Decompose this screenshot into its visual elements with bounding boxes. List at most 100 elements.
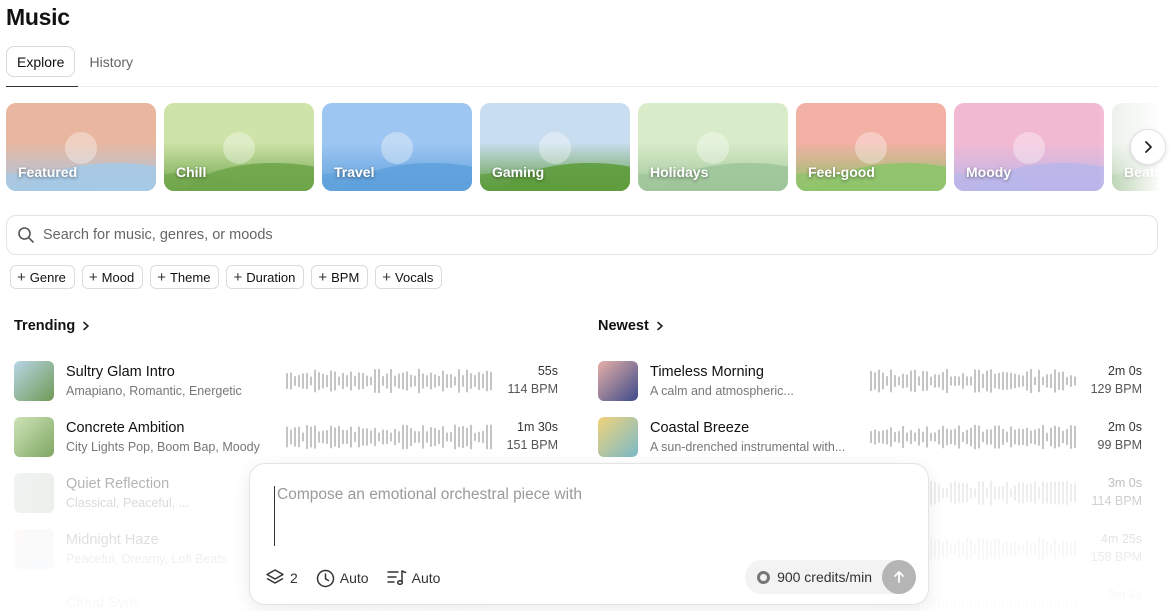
filter-chip-theme[interactable]: + Theme: [150, 265, 220, 289]
filter-label: Genre: [29, 269, 66, 285]
filter-chip-bpm[interactable]: + BPM: [311, 265, 369, 289]
tab-bar: Explore History: [6, 46, 143, 77]
tab-history[interactable]: History: [79, 46, 143, 77]
track-subtitle: City Lights Pop, Boom Bap, Moody: [66, 440, 260, 454]
clock-icon: [316, 569, 335, 587]
track-title: Quiet Reflection: [66, 476, 170, 492]
filter-chip-duration[interactable]: + Duration: [226, 265, 305, 289]
track-duration: 2m 0s: [1107, 420, 1142, 434]
send-button[interactable]: [882, 560, 916, 594]
track-title: Cloud Sync: [66, 595, 141, 611]
track-duration: 2m 0s: [1107, 364, 1142, 378]
waveform[interactable]: [870, 424, 1078, 450]
newest-track-row[interactable]: Coastal Breeze A sun-drenched instrumenta…: [598, 415, 860, 459]
track-bpm: 114 BPM: [507, 382, 559, 396]
track-cover: [598, 361, 638, 401]
category-label: Holidays: [650, 164, 709, 180]
arrow-up-icon: [894, 571, 904, 583]
category-card-gaming[interactable]: Gaming: [480, 103, 630, 191]
carousel-next-button[interactable]: [1130, 129, 1166, 165]
plus-icon: +: [17, 268, 26, 286]
category-card-holidays[interactable]: Holidays: [638, 103, 788, 191]
layers-icon: [266, 569, 284, 584]
track-stats: 4m 25s 158 BPM: [1062, 532, 1142, 564]
lyrics-icon: [386, 570, 406, 586]
category-card-feel-good[interactable]: Feel-good: [796, 103, 946, 191]
track-bpm: 99 BPM: [1097, 438, 1142, 452]
trending-track-row[interactable]: Quiet Reflection Classical, Peaceful, ...: [14, 471, 276, 515]
filter-chips: + Genre + Mood + Theme + Duration + BPM + Vocals: [10, 265, 443, 289]
newest-heading[interactable]: Newest: [598, 318, 665, 334]
track-subtitle: Classical, Peaceful, ...: [66, 496, 189, 510]
chevron-right-icon: [1145, 141, 1152, 153]
category-card-moody[interactable]: Moody: [954, 103, 1104, 191]
search-bar[interactable]: [6, 215, 1158, 255]
track-title: Midnight Haze: [66, 532, 159, 548]
waveform[interactable]: [286, 368, 494, 394]
trending-label: Trending: [14, 318, 76, 334]
lyrics-mode: Auto: [411, 570, 441, 586]
variations-selector[interactable]: 2: [265, 568, 298, 588]
category-card-chill[interactable]: Chill: [164, 103, 314, 191]
track-cover: [14, 361, 54, 401]
track-duration: 4m 25s: [1101, 532, 1142, 546]
category-label: Chill: [176, 164, 207, 180]
track-bpm: 151 BPM: [506, 438, 558, 452]
credits-text: 900 credits/min: [777, 569, 872, 585]
plus-icon: +: [382, 268, 392, 286]
filter-chip-mood[interactable]: + Mood: [81, 265, 144, 289]
filter-label: Theme: [169, 269, 211, 285]
track-stats: 1m 30s 151 BPM: [478, 420, 558, 452]
newest-label: Newest: [598, 318, 649, 334]
tab-divider: [6, 86, 1158, 87]
prompt-input[interactable]: [274, 486, 904, 546]
filter-label: Mood: [101, 269, 135, 285]
credits-icon: [757, 570, 771, 584]
track-cover: [598, 417, 638, 457]
category-card-travel[interactable]: Travel: [322, 103, 472, 191]
track-duration: 55s: [537, 364, 558, 378]
waveform[interactable]: [286, 424, 494, 450]
trending-track-row[interactable]: Cloud Sync: [14, 583, 276, 611]
filter-chip-genre[interactable]: + Genre: [10, 265, 75, 289]
track-subtitle: A calm and atmospheric...: [650, 384, 794, 398]
track-cover: [14, 585, 54, 611]
track-title: Concrete Ambition: [66, 420, 185, 436]
duration-selector[interactable]: Auto: [316, 569, 369, 588]
category-label: Featured: [18, 164, 78, 180]
trending-heading[interactable]: Trending: [14, 318, 91, 334]
track-cover: [14, 529, 54, 569]
track-duration: 1m 30s: [517, 420, 558, 434]
category-label: Beats: [1124, 164, 1158, 180]
track-title: Coastal Breeze: [650, 420, 750, 436]
filter-chip-vocals[interactable]: + Vocals: [375, 265, 443, 289]
trending-track-row[interactable]: Concrete Ambition City Lights Pop, Boom B…: [14, 415, 276, 459]
newest-track-row[interactable]: Timeless Morning A calm and atmospheric..…: [598, 359, 860, 403]
category-card-featured[interactable]: Featured: [6, 103, 156, 191]
track-bpm: 129 BPM: [1090, 382, 1142, 396]
track-bpm: 158 BPM: [1090, 550, 1142, 564]
filter-label: BPM: [331, 269, 360, 285]
credits-indicator: 900 credits/min: [745, 560, 916, 594]
track-subtitle: A sun-drenched instrumental with...: [650, 440, 846, 454]
trending-track-row[interactable]: Midnight Haze Peaceful, Dreamy, Lofi Beat…: [14, 527, 276, 571]
chevron-right-icon: [83, 321, 90, 331]
tab-explore[interactable]: Explore: [6, 46, 76, 77]
search-icon: [18, 227, 34, 243]
waveform[interactable]: [870, 368, 1078, 394]
category-label: Gaming: [492, 164, 545, 180]
track-stats: 2m 0s 129 BPM: [1062, 364, 1142, 396]
track-bpm: 114 BPM: [1091, 494, 1143, 508]
lyrics-selector[interactable]: Auto: [386, 569, 441, 587]
trending-track-row[interactable]: Sultry Glam Intro Amapiano, Romantic, Ene…: [14, 359, 276, 403]
track-stats: 2m 0s 99 BPM: [1062, 420, 1142, 452]
prompt-composer: 2 Auto Auto 900 credits/min: [249, 463, 929, 605]
tab-active-indicator: [6, 86, 78, 87]
page-title: Music: [6, 4, 70, 30]
duration-mode: Auto: [339, 570, 369, 586]
filter-label: Vocals: [395, 269, 434, 285]
track-cover: [14, 473, 54, 513]
track-subtitle: Peaceful, Dreamy, Lofi Beats: [66, 552, 227, 566]
search-input[interactable]: [43, 227, 1043, 243]
category-carousel: Featured Chill Travel Gaming Holidays Feel-go…: [6, 103, 1158, 191]
